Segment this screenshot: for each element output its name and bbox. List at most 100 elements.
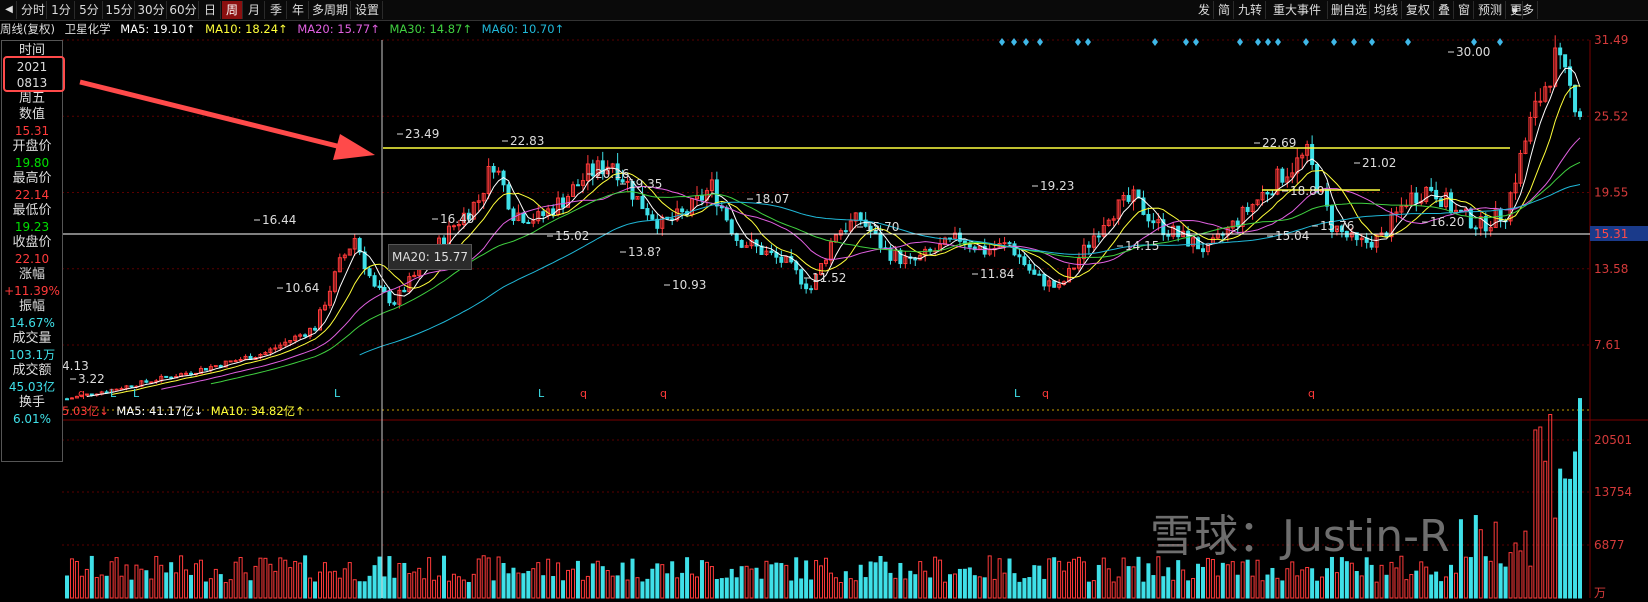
volume-bar [198, 559, 203, 599]
volume-bar [1563, 478, 1568, 599]
volume-bar [362, 581, 367, 599]
volume-bar [620, 562, 625, 599]
candle-body [402, 289, 407, 293]
toolbar-btn-1[interactable]: 简 [1215, 1, 1234, 19]
volume-bar [709, 566, 714, 599]
toolbar-btn-4[interactable]: 删自选 [1329, 1, 1370, 19]
volume-bar [536, 562, 541, 599]
back-arrow-icon[interactable]: ◀ [2, 1, 17, 19]
volume-bar [1275, 577, 1280, 599]
volume-bar [273, 570, 278, 599]
price-annotation: 22.83 [510, 134, 544, 148]
price-annotation: 16.40 [440, 212, 474, 226]
toolbar-btn-7[interactable]: 叠 [1435, 1, 1454, 19]
red-arrow-shaft [79, 79, 346, 151]
volume-bar [268, 563, 273, 599]
price-annotation: 15.76 [1320, 219, 1354, 233]
volume-bar [699, 560, 704, 599]
toolbar-btn-8[interactable]: 窗 [1455, 1, 1474, 19]
candle-body [1563, 54, 1568, 68]
toolbar-btn-3[interactable]: 重大事件 [1267, 1, 1328, 19]
volume-bar [69, 558, 74, 599]
volume-bar [1295, 575, 1300, 599]
candle-body [739, 239, 744, 248]
ma10-value: MA10: 18.24↑ [205, 22, 288, 36]
volume-bar [1210, 559, 1215, 599]
period-tab-6[interactable]: 日 [200, 1, 221, 19]
volume-bar [1449, 564, 1454, 599]
price-annotation: 15.70 [865, 220, 899, 234]
volume-bar [1458, 519, 1463, 599]
volume-status-bar: 5.03亿↓ MA5: 41.17亿↓ MA10: 34.82亿↑ [62, 403, 309, 419]
candle-body [1022, 256, 1027, 266]
candle-body [1548, 85, 1553, 88]
price-annotation: 4.13 [62, 359, 89, 373]
volume-bar [169, 562, 174, 599]
volume-bar [357, 581, 362, 599]
toolbar-btn-5[interactable]: 均线 [1371, 1, 1402, 19]
volume-bar [317, 571, 322, 599]
candle-body [1558, 47, 1563, 56]
ma60-value: MA60: 10.70↑ [481, 22, 565, 36]
volume-bar [352, 579, 357, 599]
volume-bar [298, 562, 303, 599]
signal-marker: L [133, 387, 140, 400]
volume-bar [1429, 574, 1434, 599]
volume-bar [407, 573, 412, 599]
volume-bar [858, 564, 863, 599]
period-tab-0[interactable]: 分时 [20, 1, 47, 19]
toolbar-btn-6[interactable]: 复权 [1403, 1, 1434, 19]
price-axis-label: 25.52 [1594, 109, 1628, 123]
signal-diamond [1303, 38, 1309, 46]
volume-bar [580, 579, 585, 599]
period-tab-8[interactable]: 月 [244, 1, 265, 19]
volume-bar [203, 581, 208, 599]
candle-body [1573, 84, 1578, 113]
period-tab-3[interactable]: 15分 [104, 1, 135, 19]
price-annotation: 16.20 [1430, 215, 1464, 229]
volume-bar [1419, 561, 1424, 599]
lock-icon[interactable]: 🔒︎ [1508, 1, 1523, 19]
volume-bar [511, 567, 516, 599]
candle-body [1052, 280, 1057, 288]
volume-bar [124, 564, 129, 599]
date-highlight-box [3, 56, 65, 92]
stock-name[interactable]: 卫星化学 [65, 22, 111, 36]
volume-bar [585, 575, 590, 599]
price-annotation: 3.22 [78, 372, 105, 386]
volume-bar [714, 578, 719, 599]
volume-bar [739, 566, 744, 599]
volume-bar [1523, 530, 1528, 599]
volume-bar [625, 579, 630, 599]
period-tab-9[interactable]: 季 [266, 1, 287, 19]
volume-bar [1439, 581, 1444, 599]
volume-bar [595, 560, 600, 599]
period-tab-1[interactable]: 1分 [48, 1, 75, 19]
volume-bar [1171, 579, 1176, 599]
candle-body [1072, 267, 1077, 270]
volume-bar [412, 571, 417, 599]
price-annotation: 20.16 [595, 167, 629, 181]
toolbar-btn-0[interactable]: 发 [1195, 1, 1214, 19]
period-tab-2[interactable]: 5分 [76, 1, 103, 19]
open-label: 开盘价 [12, 139, 52, 154]
toolbar-btn-9[interactable]: 预测 [1475, 1, 1506, 19]
period-tab-4[interactable]: 30分 [136, 1, 167, 19]
volume-bar [1344, 561, 1349, 599]
toolbar-btn-2[interactable]: 九转 [1235, 1, 1266, 19]
volume-bar [650, 568, 655, 599]
period-tab-11[interactable]: 多周期 [310, 1, 351, 19]
volume-bar [471, 573, 476, 599]
volume-bar [248, 580, 253, 599]
red-arrow-head [333, 134, 375, 160]
period-tab-12[interactable]: 设置 [352, 1, 383, 19]
period-tab-5[interactable]: 60分 [168, 1, 199, 19]
volume-bar [1250, 575, 1255, 599]
period-tab-7[interactable]: 周 [222, 1, 243, 19]
period-tab-10[interactable]: 年 [288, 1, 309, 19]
price-axis-label: 19.55 [1594, 186, 1628, 200]
candle-body [729, 219, 734, 235]
volume-bar [655, 563, 660, 599]
volume-bar [337, 577, 342, 599]
volume-bar [997, 558, 1002, 599]
